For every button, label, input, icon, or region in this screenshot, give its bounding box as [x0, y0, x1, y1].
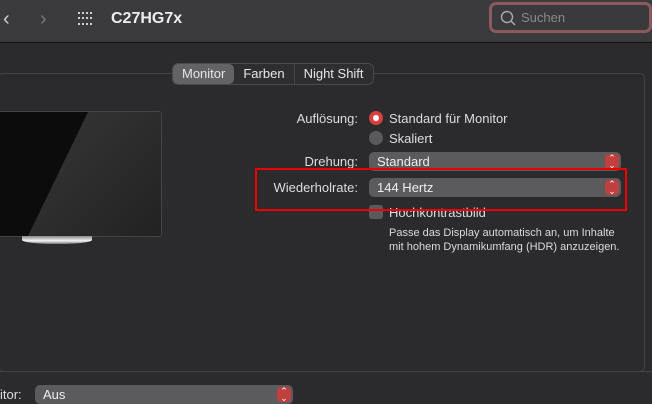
radio-standard[interactable]	[369, 111, 383, 125]
toolbar: ‹ › C27HG7x Suchen	[0, 0, 652, 43]
tab-monitor[interactable]: Monitor	[173, 64, 235, 84]
monitor-image	[0, 111, 162, 237]
show-all-grid-icon[interactable]	[78, 12, 94, 26]
rotation-label: Drehung:	[304, 154, 358, 169]
rotation-value: Standard	[377, 154, 430, 169]
bottom-popup[interactable]: Aus ⌃ ⌄	[35, 385, 293, 404]
search-input[interactable]: Suchen	[489, 2, 652, 33]
chevron-updown-icon: ⌃ ⌄	[605, 154, 619, 170]
window-title: C27HG7x	[111, 10, 183, 27]
back-button[interactable]: ‹	[3, 8, 10, 31]
radio-scaled[interactable]	[369, 131, 383, 145]
search-icon	[500, 10, 516, 26]
monitor-stand	[22, 236, 92, 244]
tab-night-shift[interactable]: Night Shift	[293, 64, 373, 84]
chevron-updown-icon: ⌃ ⌄	[277, 387, 291, 403]
tab-bar: Monitor Farben Night Shift	[172, 63, 374, 85]
search-placeholder: Suchen	[521, 10, 566, 25]
bottom-label: itor:	[0, 387, 22, 402]
highlight-box	[255, 168, 627, 211]
forward-button[interactable]: ›	[40, 8, 47, 31]
bottom-value: Aus	[43, 387, 66, 402]
divider	[0, 371, 652, 372]
hdr-description: Passe das Display automatisch an, um Inh…	[389, 227, 620, 253]
resolution-label: Auflösung:	[296, 111, 358, 126]
radio-scaled-label[interactable]: Skaliert	[389, 131, 432, 146]
tab-farben[interactable]: Farben	[234, 64, 293, 84]
radio-standard-label[interactable]: Standard für Monitor	[389, 111, 508, 126]
